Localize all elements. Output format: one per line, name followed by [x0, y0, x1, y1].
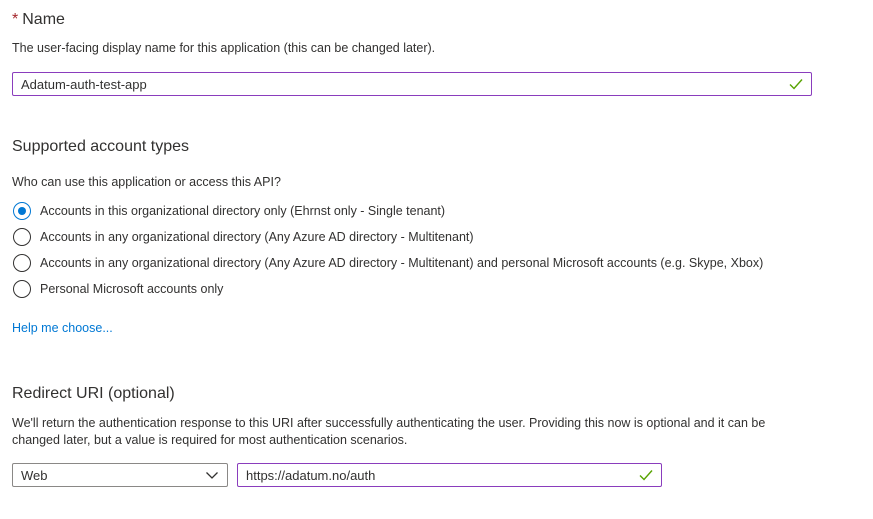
account-type-option-personal[interactable]: Personal Microsoft accounts only — [13, 279, 763, 299]
radio-button[interactable] — [13, 228, 31, 246]
account-type-option-single-tenant[interactable]: Accounts in this organizational director… — [13, 201, 763, 221]
checkmark-icon — [639, 469, 653, 481]
redirect-uri-input-value[interactable]: https://adatum.no/auth — [246, 468, 639, 483]
redirect-uri-description-line1: We'll return the authentication response… — [12, 416, 766, 430]
account-type-radio-group: Accounts in this organizational director… — [13, 201, 763, 299]
radio-button[interactable] — [13, 254, 31, 272]
help-me-choose-link[interactable]: Help me choose... — [12, 321, 113, 335]
account-type-option-multitenant[interactable]: Accounts in any organizational directory… — [13, 227, 763, 247]
account-types-title: Supported account types — [12, 138, 190, 155]
app-registration-form: * Name The user-facing display name for t… — [0, 0, 873, 519]
platform-select[interactable]: Web — [12, 463, 228, 487]
name-section-title: * Name — [12, 11, 65, 29]
name-input[interactable]: Adatum-auth-test-app — [12, 72, 812, 96]
account-type-option-label: Accounts in this organizational director… — [40, 204, 446, 218]
account-type-option-multitenant-personal[interactable]: Accounts in any organizational directory… — [13, 253, 763, 273]
account-type-option-label: Accounts in any organizational directory… — [40, 256, 764, 270]
redirect-uri-title: Redirect URI (optional) — [12, 385, 175, 402]
chevron-down-icon[interactable] — [205, 470, 219, 480]
platform-select-value[interactable]: Web — [21, 468, 205, 483]
account-types-question: Who can use this application or access t… — [12, 175, 281, 189]
radio-button-selected[interactable] — [13, 202, 31, 220]
account-type-option-label: Accounts in any organizational directory… — [40, 230, 474, 244]
checkmark-icon — [789, 78, 803, 90]
redirect-uri-input[interactable]: https://adatum.no/auth — [237, 463, 662, 487]
account-type-option-label: Personal Microsoft accounts only — [40, 282, 224, 296]
required-marker: * — [12, 11, 19, 28]
redirect-uri-description-line2: changed later, but a value is required f… — [12, 433, 408, 447]
name-description: The user-facing display name for this ap… — [12, 41, 436, 55]
name-label: Name — [22, 11, 65, 28]
radio-button[interactable] — [13, 280, 31, 298]
name-input-value[interactable]: Adatum-auth-test-app — [21, 77, 789, 92]
